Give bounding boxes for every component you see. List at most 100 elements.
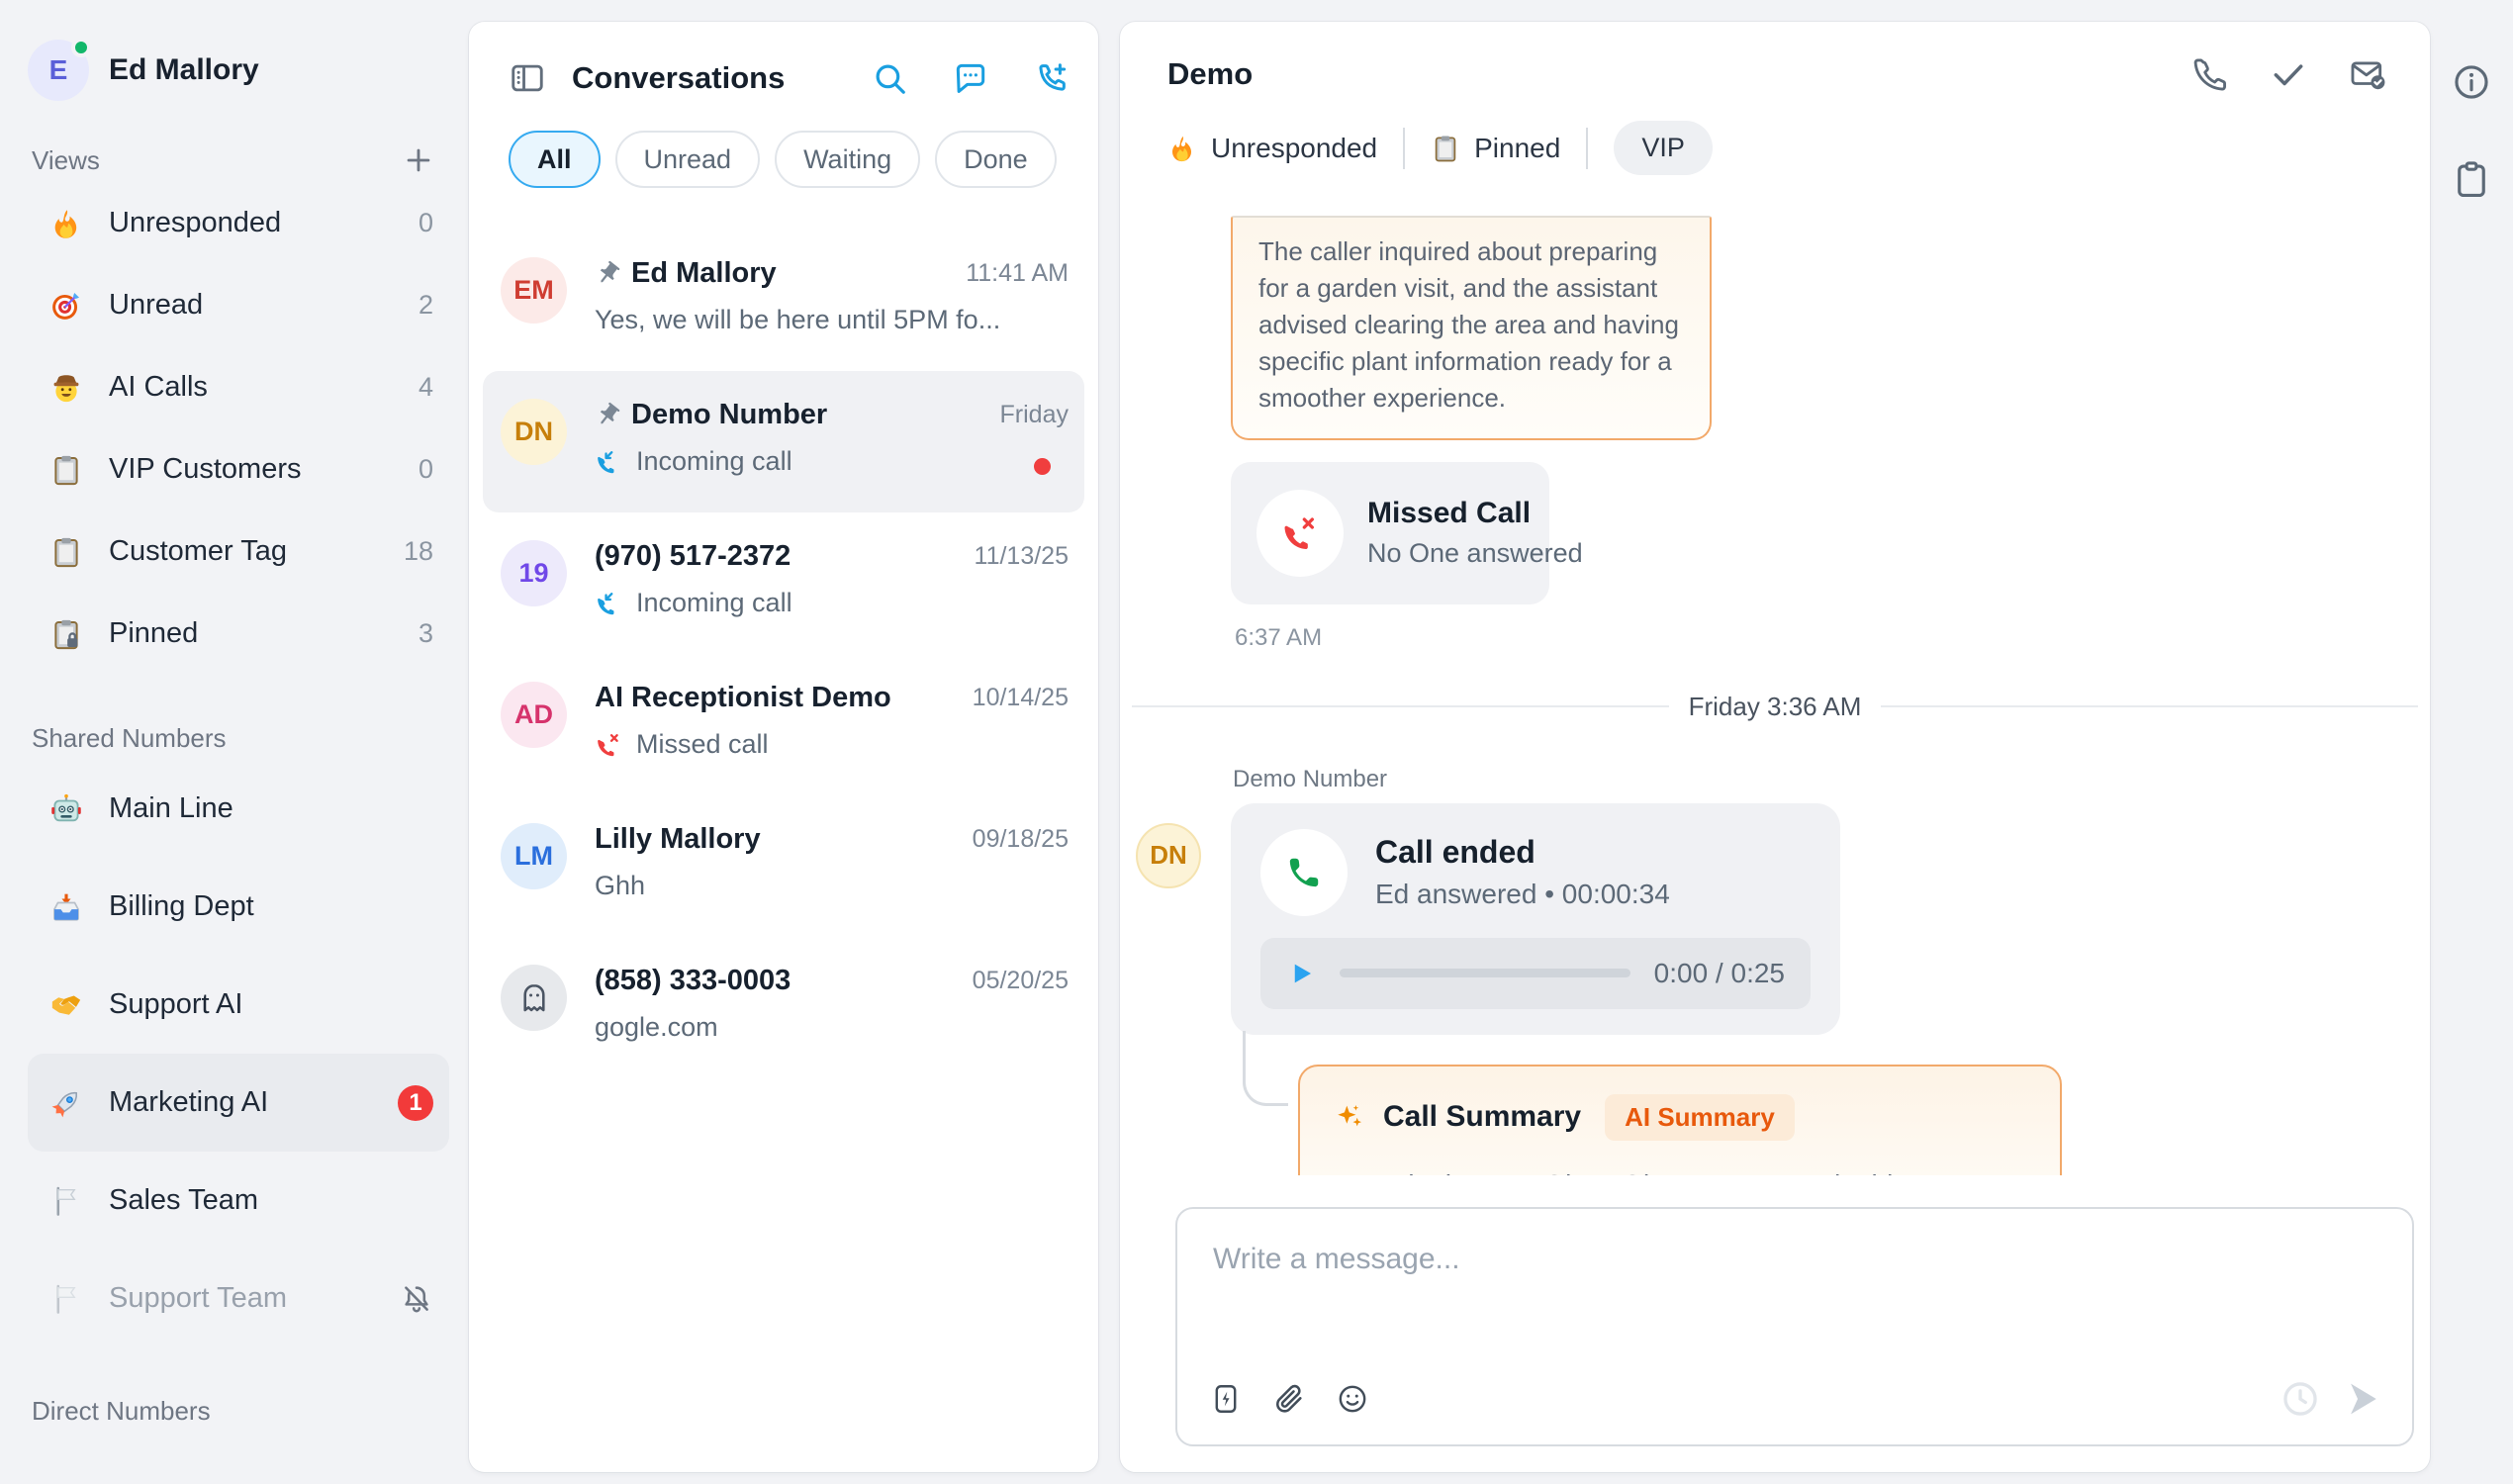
audio-progress-track[interactable] [1340, 969, 1630, 977]
sidebar-item-count: 18 [404, 536, 433, 567]
filter-waiting[interactable]: Waiting [775, 131, 920, 188]
sidebar-item-count: 0 [419, 208, 433, 238]
play-button[interactable] [1286, 959, 1316, 988]
call-summary-card: Call Summary AI Summary Let's do the tes… [1298, 1065, 2062, 1175]
tag-label: Pinned [1474, 133, 1560, 164]
sidebar-item-label: Marketing AI [109, 1086, 398, 1119]
call-summary-body: Let's do the test. Okay. Okay. Let's spe… [1334, 1164, 2026, 1175]
missed-call-circle [1256, 490, 1344, 577]
sidebar: E Ed Mallory Views Unresponded 0 Unread … [0, 0, 465, 1484]
tag-pinned[interactable]: Pinned [1431, 133, 1560, 164]
conversation-time: 11:41 AM [966, 259, 1069, 288]
filter-unread[interactable]: Unread [615, 131, 761, 188]
tag-vip[interactable]: VIP [1614, 121, 1713, 175]
clipboard-icon [49, 453, 83, 487]
tag-unresponded[interactable]: Unresponded [1167, 133, 1377, 164]
divider-line [1132, 705, 1669, 707]
conversation-name: Lilly Mallory [595, 823, 761, 856]
tag-separator [1586, 128, 1588, 169]
conversations-panel: Conversations All Unread Waiting Done EM [469, 22, 1098, 1472]
conversation-row[interactable]: AD AI Receptionist Demo Missed call 10/1… [483, 654, 1084, 795]
conversation-row[interactable]: LM Lilly Mallory Ghh 09/18/25 [483, 795, 1084, 937]
call-circle [1260, 829, 1348, 916]
attachment-icon[interactable] [1272, 1382, 1306, 1416]
sidebar-item-unread[interactable]: Unread 2 [28, 264, 449, 346]
sidebar-item-label: Billing Dept [109, 890, 433, 923]
add-view-icon[interactable] [402, 143, 435, 177]
info-icon[interactable] [2451, 61, 2492, 103]
conversation-name: (858) 333-0003 [595, 965, 791, 997]
mark-done-icon[interactable] [2270, 55, 2307, 93]
pin-icon [595, 260, 621, 287]
missed-call-card[interactable]: Missed Call No One answered [1231, 462, 1549, 604]
message-input[interactable] [1177, 1209, 2412, 1276]
sidebar-item-label: Support AI [109, 988, 433, 1021]
avatar: 19 [501, 540, 567, 606]
sidebar-toggle-icon[interactable] [509, 59, 546, 97]
fire-icon [49, 207, 83, 240]
emoji-icon[interactable] [1336, 1382, 1369, 1416]
conversation-name: Ed Mallory [631, 257, 777, 290]
clipboard-panel-icon[interactable] [2451, 158, 2492, 200]
sidebar-item-label: Main Line [109, 792, 433, 825]
audio-time: 0:00 / 0:25 [1654, 958, 1785, 989]
bell-muted-icon [400, 1282, 433, 1316]
call-icon[interactable] [2190, 55, 2228, 93]
sidebar-item-sales-team[interactable]: Sales Team [28, 1152, 449, 1250]
ai-recap-bubble: The caller inquired about preparing for … [1231, 216, 1712, 440]
filter-chips: All Unread Waiting Done [509, 131, 1070, 188]
sidebar-item-vip-customers[interactable]: VIP Customers 0 [28, 428, 449, 510]
sidebar-item-ai-calls[interactable]: AI Calls 4 [28, 346, 449, 428]
sidebar-item-unresponded[interactable]: Unresponded 0 [28, 182, 449, 264]
thread-tags: Unresponded Pinned VIP [1167, 121, 2386, 175]
thread-connector [1243, 1031, 1288, 1106]
app-window: E Ed Mallory Views Unresponded 0 Unread … [0, 0, 2513, 1484]
divider-text: Friday 3:36 AM [1669, 692, 1882, 722]
sidebar-item-sales-team-ai[interactable]: Sales Team AI [28, 1460, 449, 1484]
new-message-icon[interactable] [952, 59, 989, 97]
sidebar-item-count: 2 [419, 290, 433, 321]
sidebar-item-label: Sales Team [109, 1184, 433, 1217]
target-icon [49, 289, 83, 323]
shared-numbers-label: Shared Numbers [32, 723, 227, 754]
sidebar-item-main-line[interactable]: Main Line [28, 760, 449, 858]
send-button[interactable] [2341, 1377, 2384, 1421]
user-profile[interactable]: E Ed Mallory [28, 36, 449, 105]
filter-done[interactable]: Done [935, 131, 1057, 188]
sidebar-item-support-team[interactable]: Support Team [28, 1250, 449, 1347]
conversation-row-selected[interactable]: DN Demo Number Incoming call Friday [483, 371, 1084, 512]
ghost-icon [516, 980, 552, 1016]
conversation-preview: Missed call [636, 729, 769, 760]
ai-summary-badge: AI Summary [1605, 1094, 1795, 1141]
conversation-row[interactable]: EM Ed Mallory Yes, we will be here until… [483, 230, 1084, 371]
conversation-list: EM Ed Mallory Yes, we will be here until… [469, 230, 1098, 1472]
sidebar-item-label: Pinned [109, 617, 419, 650]
avatar: AD [501, 682, 567, 748]
sidebar-item-customer-tag[interactable]: Customer Tag 18 [28, 510, 449, 593]
sidebar-item-support-ai[interactable]: Support AI [28, 956, 449, 1054]
call-ended-card: Call ended Ed answered • 00:00:34 0:00 /… [1231, 803, 1840, 1035]
robot-icon [49, 792, 83, 826]
conversation-row[interactable]: 19 (970) 517-2372 Incoming call 11/13/25 [483, 512, 1084, 654]
search-icon[interactable] [871, 59, 908, 97]
filter-all[interactable]: All [509, 131, 601, 188]
inbox-icon [49, 890, 83, 924]
conversation-preview: gogle.com [595, 1012, 718, 1043]
missed-call-title: Missed Call [1367, 497, 1583, 530]
snippets-icon[interactable] [1209, 1382, 1243, 1416]
direct-numbers-label: Direct Numbers [32, 1396, 211, 1427]
sidebar-item-label: AI Calls [109, 371, 419, 404]
call-subtitle: Ed answered • 00:00:34 [1375, 879, 1670, 910]
conversation-row[interactable]: (858) 333-0003 gogle.com 05/20/25 [483, 937, 1084, 1078]
missed-call-icon [1280, 513, 1320, 553]
flag-icon [49, 1184, 83, 1218]
new-call-icon[interactable] [1033, 59, 1070, 97]
schedule-send-icon[interactable] [2280, 1378, 2321, 1420]
mark-read-icon[interactable] [2349, 55, 2386, 93]
sidebar-item-billing-dept[interactable]: Billing Dept [28, 858, 449, 956]
sidebar-item-marketing-ai[interactable]: Marketing AI 1 [28, 1054, 449, 1152]
panel-title: Conversations [572, 60, 785, 96]
handshake-icon [49, 988, 83, 1022]
sidebar-item-label: Support Team [109, 1282, 400, 1315]
sidebar-item-pinned[interactable]: Pinned 3 [28, 593, 449, 675]
